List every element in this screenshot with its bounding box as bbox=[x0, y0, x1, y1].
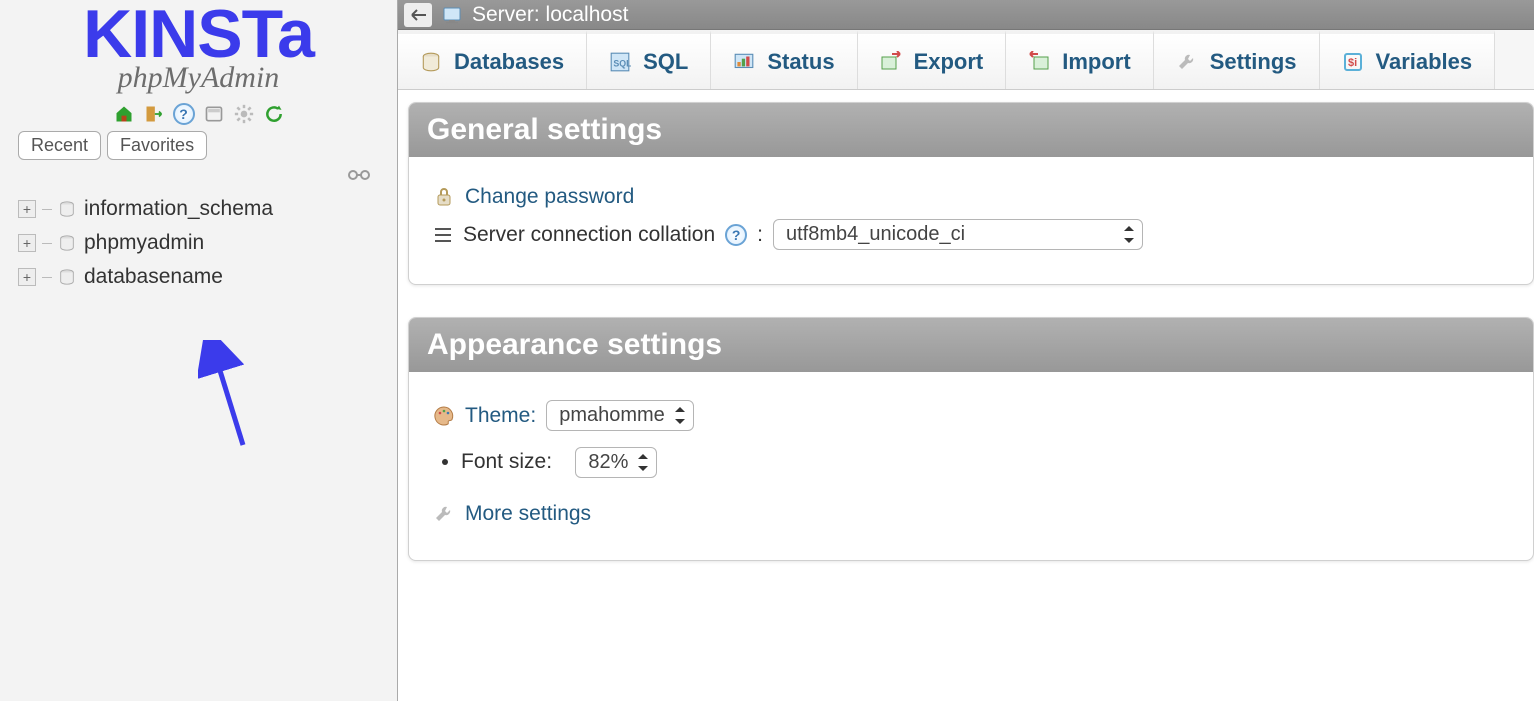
phpmyadmin-logo: phpMyAdmin bbox=[10, 61, 387, 95]
sidebar: KINSTa phpMyAdmin ? bbox=[0, 0, 398, 701]
database-tree: + information_schema + phpmyadmin bbox=[10, 192, 387, 294]
fontsize-label: Font size: bbox=[461, 450, 552, 473]
palette-icon bbox=[433, 405, 455, 427]
query-window-icon[interactable] bbox=[203, 103, 225, 125]
db-tree-item[interactable]: + information_schema bbox=[16, 192, 387, 226]
tab-label: SQL bbox=[643, 49, 688, 75]
sql-icon: SQL bbox=[609, 51, 631, 73]
kinsta-logo: KINSTa bbox=[10, 4, 387, 65]
sidebar-toolbar: ? bbox=[10, 103, 387, 125]
tab-import[interactable]: Import bbox=[1006, 30, 1153, 89]
collation-select[interactable]: utf8mb4_unicode_ci bbox=[773, 219, 1143, 250]
tab-export[interactable]: Export bbox=[858, 30, 1007, 89]
tab-status[interactable]: Status bbox=[711, 30, 857, 89]
tab-label: Databases bbox=[454, 49, 564, 75]
general-settings-panel: General settings Change password Server … bbox=[408, 102, 1534, 285]
lock-key-icon bbox=[433, 186, 455, 208]
permalink-icon[interactable] bbox=[347, 168, 371, 182]
logo-area: KINSTa phpMyAdmin bbox=[10, 0, 387, 95]
fontsize-row: Font size: 82% bbox=[461, 441, 1509, 484]
database-icon bbox=[58, 268, 78, 286]
tab-settings[interactable]: Settings bbox=[1154, 30, 1320, 89]
recent-button[interactable]: Recent bbox=[18, 131, 101, 160]
change-password-link[interactable]: Change password bbox=[465, 185, 634, 209]
database-icon bbox=[420, 51, 442, 73]
tab-label: Variables bbox=[1376, 49, 1473, 75]
sidebar-nav-pills: Recent Favorites bbox=[10, 131, 387, 160]
svg-text:$i: $i bbox=[1348, 57, 1357, 69]
database-icon bbox=[58, 234, 78, 252]
expand-icon[interactable]: + bbox=[18, 268, 36, 286]
logout-icon[interactable] bbox=[143, 103, 165, 125]
tab-label: Settings bbox=[1210, 49, 1297, 75]
server-label-prefix: Server: bbox=[472, 3, 540, 27]
db-name: information_schema bbox=[84, 197, 273, 221]
home-icon[interactable] bbox=[113, 103, 135, 125]
variables-icon: $i bbox=[1342, 51, 1364, 73]
tab-variables[interactable]: $i Variables bbox=[1320, 30, 1496, 89]
tab-label: Export bbox=[914, 49, 984, 75]
expand-icon[interactable]: + bbox=[18, 200, 36, 218]
tab-label: Import bbox=[1062, 49, 1130, 75]
export-icon bbox=[880, 51, 902, 73]
help-icon[interactable]: ? bbox=[725, 224, 747, 246]
more-settings-link[interactable]: More settings bbox=[465, 502, 591, 526]
db-name: phpmyadmin bbox=[84, 231, 204, 255]
favorites-button[interactable]: Favorites bbox=[107, 131, 207, 160]
import-icon bbox=[1028, 51, 1050, 73]
server-name[interactable]: localhost bbox=[546, 3, 629, 27]
reload-icon[interactable] bbox=[263, 103, 285, 125]
main-area: Server: localhost Databases SQL SQL Stat… bbox=[398, 0, 1534, 701]
wrench-icon bbox=[1176, 51, 1198, 73]
tab-label: Status bbox=[767, 49, 834, 75]
db-tree-item[interactable]: + phpmyadmin bbox=[16, 226, 387, 260]
database-icon bbox=[58, 200, 78, 218]
db-name: databasename bbox=[84, 265, 223, 289]
back-button[interactable] bbox=[404, 3, 432, 27]
tab-sql[interactable]: SQL SQL bbox=[587, 30, 711, 89]
theme-label[interactable]: Theme: bbox=[465, 404, 536, 428]
annotation-arrow-icon bbox=[198, 340, 258, 450]
appearance-settings-panel: Appearance settings Theme: pmahomme Fo bbox=[408, 317, 1534, 561]
expand-icon[interactable]: + bbox=[18, 234, 36, 252]
docs-icon[interactable]: ? bbox=[173, 103, 195, 125]
list-icon bbox=[433, 225, 453, 245]
settings-gear-icon[interactable] bbox=[233, 103, 255, 125]
panel-title: Appearance settings bbox=[409, 318, 1533, 372]
tab-databases[interactable]: Databases bbox=[398, 30, 587, 89]
breadcrumb-bar: Server: localhost bbox=[398, 0, 1534, 30]
server-icon bbox=[442, 5, 462, 25]
svg-text:SQL: SQL bbox=[613, 58, 631, 68]
collation-label: Server connection collation bbox=[463, 223, 715, 247]
db-tree-item[interactable]: + databasename bbox=[16, 260, 387, 294]
status-icon bbox=[733, 51, 755, 73]
panel-title: General settings bbox=[409, 103, 1533, 157]
wrench-icon bbox=[433, 503, 455, 525]
tab-bar: Databases SQL SQL Status Export Import S… bbox=[398, 30, 1534, 90]
theme-select[interactable]: pmahomme bbox=[546, 400, 694, 431]
fontsize-select[interactable]: 82% bbox=[575, 447, 657, 478]
